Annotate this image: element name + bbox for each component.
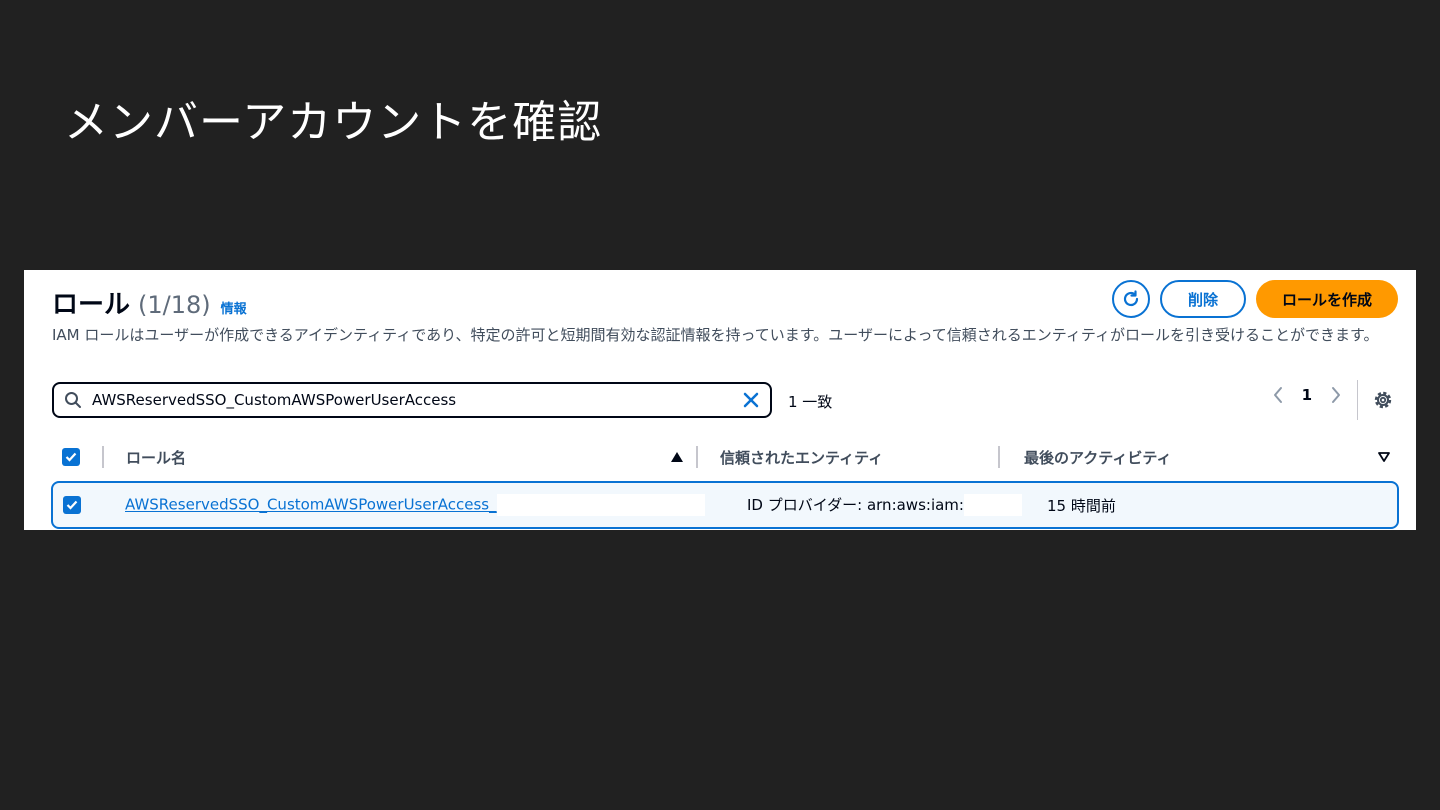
delete-button[interactable]: 削除 xyxy=(1159,280,1246,318)
table-row[interactable]: AWSReservedSSO_CustomAWSPowerUserAccess_… xyxy=(51,481,1399,529)
create-role-button[interactable]: ロールを作成 xyxy=(1255,280,1398,318)
select-all-checkbox[interactable] xyxy=(62,448,80,466)
panel-title: ロール xyxy=(52,290,131,320)
chevron-right-icon[interactable] xyxy=(1330,386,1342,404)
role-name-cell: AWSReservedSSO_CustomAWSPowerUserAccess_ xyxy=(103,494,721,516)
info-link[interactable]: 情報 xyxy=(221,298,247,317)
refresh-icon xyxy=(1123,290,1139,307)
row-select-cell xyxy=(53,496,103,514)
check-icon xyxy=(66,500,78,510)
match-count: 1 一致 xyxy=(788,393,833,411)
check-icon xyxy=(65,452,77,462)
chevron-left-icon[interactable] xyxy=(1272,386,1284,404)
trusted-entity-value: ID プロバイダー: arn:aws:iam: xyxy=(747,495,964,514)
pagination-divider xyxy=(1357,380,1358,420)
select-all-cell xyxy=(52,448,102,466)
table-header: ロール名 信頼されたエンティティ 最後のアクティビティ xyxy=(52,440,1400,474)
clear-search-icon[interactable] xyxy=(742,391,760,409)
role-name-link[interactable]: AWSReservedSSO_CustomAWSPowerUserAccess_ xyxy=(125,496,497,514)
current-page[interactable]: 1 xyxy=(1302,386,1312,404)
trusted-entity-cell: ID プロバイダー: arn:aws:iam: xyxy=(721,494,1025,517)
search-icon xyxy=(65,392,81,408)
refresh-button[interactable] xyxy=(1111,280,1150,318)
column-header-trusted-entity[interactable]: 信頼されたエンティティ xyxy=(698,447,998,468)
pagination: 1 xyxy=(1272,386,1342,404)
roles-panel: ロール (1/18) 情報 削除 ロールを作成 IAM ロールはユーザーが作成で… xyxy=(24,270,1416,530)
panel-header: ロール (1/18) 情報 xyxy=(52,284,247,321)
sort-ascending-icon[interactable] xyxy=(670,451,684,463)
last-activity-value: 15 時間前 xyxy=(1047,496,1116,515)
redacted-area xyxy=(496,494,705,516)
role-count: (1/18) xyxy=(138,291,211,319)
panel-description: IAM ロールはユーザーが作成できるアイデンティティであり、特定の許可と短期間有… xyxy=(52,326,1379,344)
redacted-area xyxy=(963,494,1022,517)
search-input[interactable] xyxy=(92,391,742,409)
column-header-role-name[interactable]: ロール名 xyxy=(104,447,670,468)
header-actions: 削除 ロールを作成 xyxy=(1111,280,1398,318)
gear-icon[interactable] xyxy=(1372,389,1394,411)
search-box xyxy=(52,382,772,418)
sort-icon[interactable] xyxy=(1378,452,1390,462)
slide-title: メンバーアカウントを確認 xyxy=(64,97,603,148)
last-activity-cell: 15 時間前 xyxy=(1025,495,1397,516)
row-checkbox[interactable] xyxy=(63,496,81,514)
column-header-last-activity[interactable]: 最後のアクティビティ xyxy=(1000,447,1378,468)
